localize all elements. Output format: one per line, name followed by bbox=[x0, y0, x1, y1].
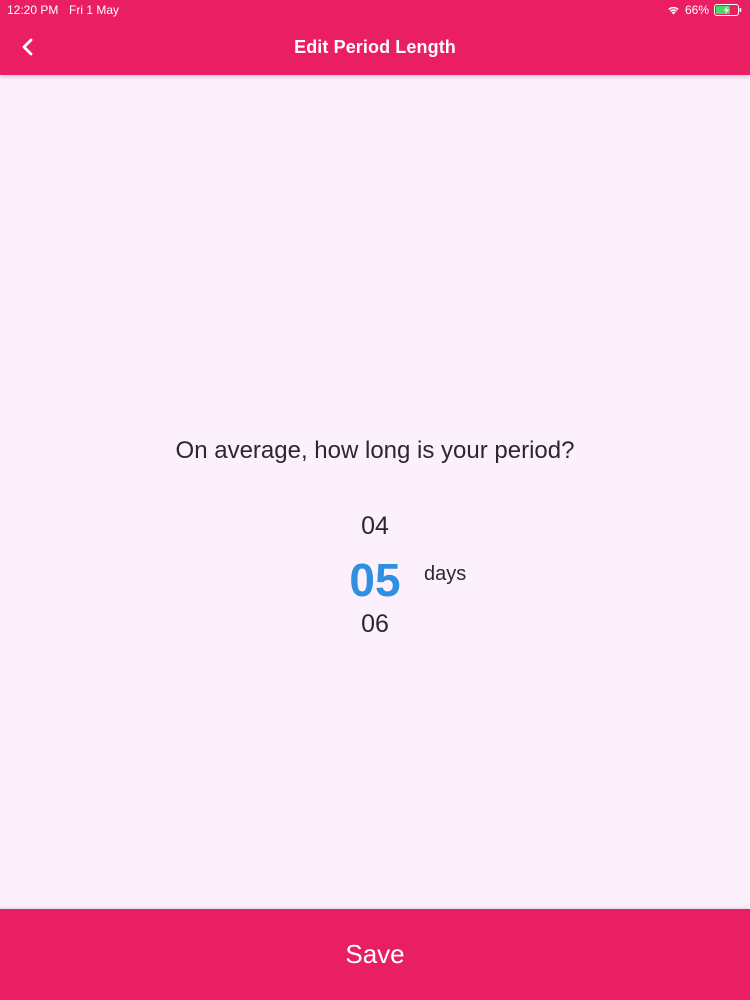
picker-option-previous[interactable]: 04 bbox=[300, 512, 450, 541]
picker-option-next[interactable]: 06 bbox=[300, 610, 450, 639]
nav-bar: Edit Period Length bbox=[0, 20, 750, 75]
save-button[interactable]: Save bbox=[0, 909, 750, 1000]
status-bar: 12:20 PM Fri 1 May 66% bbox=[0, 0, 750, 20]
status-time: 12:20 PM bbox=[7, 3, 59, 17]
status-date: Fri 1 May bbox=[69, 3, 120, 17]
status-indicators: 66% bbox=[667, 2, 742, 18]
battery-percentage: 66% bbox=[684, 3, 709, 17]
period-length-question: On average, how long is your period? bbox=[175, 437, 575, 464]
page-title: Edit Period Length bbox=[294, 37, 456, 57]
wifi-icon bbox=[667, 5, 680, 15]
picker-unit-label: days bbox=[424, 563, 467, 585]
battery-charging-icon bbox=[714, 4, 742, 16]
app-screen: 12:20 PM Fri 1 May 66% Edit Period Lengt… bbox=[0, 0, 750, 1000]
app-header: 12:20 PM Fri 1 May 66% Edit Period Lengt… bbox=[0, 0, 750, 75]
